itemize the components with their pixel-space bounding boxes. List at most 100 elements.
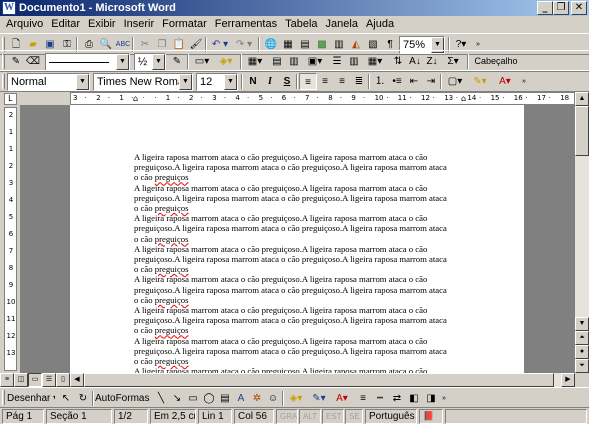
font-color-draw-icon[interactable]: A▾ bbox=[331, 390, 353, 407]
border-icon[interactable]: ▭▾ bbox=[190, 53, 214, 70]
status-trk[interactable]: ALT bbox=[299, 409, 321, 424]
align-center-icon[interactable]: ≡ bbox=[316, 73, 334, 90]
sort-asc-icon[interactable]: A↓ bbox=[406, 53, 424, 70]
italic-button[interactable]: I bbox=[261, 73, 279, 90]
chevron-down-icon[interactable]: ▼ bbox=[179, 74, 192, 90]
toolbar-options-icon[interactable]: » bbox=[519, 73, 529, 90]
sort-desc-icon[interactable]: Z↓ bbox=[423, 53, 441, 70]
chevron-down-icon[interactable]: ▼ bbox=[76, 74, 89, 90]
spelling-status-icon[interactable]: 📕 bbox=[419, 409, 443, 424]
line-color-icon[interactable]: ✎▾ bbox=[308, 390, 330, 407]
minimize-button[interactable]: _ bbox=[537, 1, 553, 15]
web-view-icon[interactable]: ◫ bbox=[14, 373, 28, 387]
menu-formatar[interactable]: Formatar bbox=[158, 16, 211, 33]
toolbar-grip[interactable] bbox=[2, 54, 5, 69]
print-view-icon[interactable]: ▭ bbox=[28, 373, 42, 387]
menu-ajuda[interactable]: Ajuda bbox=[362, 16, 398, 33]
style-combo[interactable]: Normal ▼ bbox=[7, 73, 90, 91]
vertical-scrollbar[interactable]: ▲ ▼ ⏶ ● ⏷ bbox=[575, 92, 589, 373]
highlight-icon[interactable]: ✎▾ bbox=[468, 73, 492, 90]
eraser-icon[interactable]: ⌫ bbox=[24, 53, 42, 70]
justify-icon[interactable]: ≣ bbox=[350, 73, 368, 90]
line-style-combo[interactable]: ▼ bbox=[45, 53, 130, 71]
browse-object-icon[interactable]: ● bbox=[575, 345, 589, 359]
tab-selector[interactable]: L bbox=[4, 93, 17, 105]
draw-menu[interactable]: Desenhar ▾ bbox=[7, 390, 55, 407]
underline-button[interactable]: S bbox=[278, 73, 296, 90]
menu-ferramentas[interactable]: Ferramentas bbox=[211, 16, 281, 33]
paragraph[interactable]: A ligeira raposa marrom ataca o cão preg… bbox=[134, 336, 464, 367]
menu-editar[interactable]: Editar bbox=[47, 16, 84, 33]
fill-color-icon[interactable]: ◈▾ bbox=[285, 390, 307, 407]
scroll-down-icon[interactable]: ▼ bbox=[575, 317, 589, 331]
title-bar[interactable]: W Documento1 - Microsoft Word _ ❐ ✕ bbox=[0, 0, 589, 16]
scroll-left-icon[interactable]: ◀ bbox=[70, 373, 84, 387]
distribute-columns-icon[interactable]: ▥ bbox=[345, 53, 363, 70]
toolbar-grip[interactable] bbox=[2, 74, 5, 89]
outside-border-icon[interactable]: ▢▾ bbox=[443, 73, 467, 90]
horizontal-ruler[interactable]: 3 · 2 · 1 · · · 1 · 2 · 3 · 4 · 5 · 6 · 7 · 8 · 9 · 10 · 11 · 12 · 13 · 14… bbox=[70, 92, 575, 105]
next-page-icon[interactable]: ⏷ bbox=[575, 359, 589, 373]
chevron-down-icon[interactable]: ▼ bbox=[116, 54, 129, 70]
menu-arquivo[interactable]: Arquivo bbox=[0, 16, 47, 33]
border-color-icon[interactable]: ✎ bbox=[168, 53, 186, 70]
draw-table-icon[interactable]: ✎ bbox=[7, 53, 25, 70]
horizontal-scrollbar[interactable]: ≡ ◫ ▭ ☰ ▯ ◀ ▶ bbox=[0, 373, 575, 387]
misspelled-word[interactable]: preguiços bbox=[155, 264, 189, 274]
chevron-down-icon[interactable]: ▼ bbox=[224, 74, 237, 90]
size-combo[interactable]: 12 ▼ bbox=[196, 73, 238, 91]
autoformat-icon[interactable]: ▦▾ bbox=[363, 53, 387, 70]
prev-page-icon[interactable]: ⏶ bbox=[575, 331, 589, 345]
chevron-down-icon[interactable]: ▼ bbox=[152, 54, 165, 70]
paragraph[interactable]: A ligeira raposa marrom ataca o cão preg… bbox=[134, 305, 464, 336]
align-right-icon[interactable]: ≡ bbox=[333, 73, 351, 90]
misspelled-word[interactable]: preguiços bbox=[155, 325, 189, 335]
menu-tabela[interactable]: Tabela bbox=[281, 16, 321, 33]
distribute-rows-icon[interactable]: ☰ bbox=[328, 53, 346, 70]
paragraph[interactable]: A ligeira raposa marrom ataca o cão preg… bbox=[134, 183, 464, 214]
misspelled-word[interactable]: preguiços bbox=[155, 356, 189, 366]
paragraph[interactable]: A ligeira raposa marrom ataca o cão preg… bbox=[134, 213, 464, 244]
align-icon[interactable]: ▣▾ bbox=[303, 53, 327, 70]
shadow-icon[interactable]: ◧ bbox=[405, 390, 423, 407]
paragraph[interactable]: A ligeira raposa marrom ataca o cão preg… bbox=[134, 274, 464, 305]
header-button[interactable]: Cabeçalho bbox=[471, 53, 521, 70]
toolbar-options-icon[interactable]: » bbox=[439, 390, 449, 407]
status-rec[interactable]: GRA bbox=[276, 409, 298, 424]
insert-table2-icon[interactable]: ▦▾ bbox=[243, 53, 267, 70]
misspelled-word[interactable]: preguiços bbox=[155, 295, 189, 305]
indent-left-icon[interactable]: ⌂ bbox=[133, 93, 138, 104]
outline-view-icon[interactable]: ☰ bbox=[42, 373, 56, 387]
autosum-icon[interactable]: Σ▾ bbox=[441, 53, 465, 70]
merge-cells-icon[interactable]: ▤ bbox=[268, 53, 286, 70]
word-icon[interactable]: W bbox=[2, 1, 16, 15]
misspelled-word[interactable]: preguiços bbox=[155, 203, 189, 213]
paragraph[interactable]: A ligeira raposa marrom ataca o cão preg… bbox=[134, 152, 464, 183]
bullets-icon[interactable]: •≡ bbox=[388, 73, 406, 90]
line-weight-combo[interactable]: ½ ▼ bbox=[134, 53, 166, 71]
rotate-icon[interactable]: ↻ bbox=[74, 390, 92, 407]
paragraph[interactable]: A ligeira raposa marrom ataca o cão preg… bbox=[134, 244, 464, 275]
status-ext[interactable]: EST bbox=[322, 409, 344, 424]
increase-indent-icon[interactable]: ⇥ bbox=[422, 73, 440, 90]
scroll-up-icon[interactable]: ▲ bbox=[575, 92, 589, 106]
normal-view-icon[interactable]: ≡ bbox=[0, 373, 14, 387]
align-left-icon[interactable]: ≡ bbox=[299, 73, 317, 90]
dash-style-icon[interactable]: ┅ bbox=[371, 390, 389, 407]
arrow-style-icon[interactable]: ⇄ bbox=[388, 390, 406, 407]
menu-janela[interactable]: Janela bbox=[322, 16, 362, 33]
split-cells-icon[interactable]: ▥ bbox=[285, 53, 303, 70]
bold-button[interactable]: N bbox=[244, 73, 262, 90]
select-objects-icon[interactable]: ↖ bbox=[57, 390, 75, 407]
reading-view-icon[interactable]: ▯ bbox=[56, 373, 70, 387]
shading-color-icon[interactable]: ◈▾ bbox=[214, 53, 238, 70]
close-button[interactable]: ✕ bbox=[571, 1, 587, 15]
font-color-icon[interactable]: A▾ bbox=[493, 73, 517, 90]
line-style-icon[interactable]: ≡ bbox=[354, 390, 372, 407]
autoshapes-menu[interactable]: AutoFormas ▾ bbox=[95, 390, 151, 407]
status-language[interactable]: Português ( bbox=[365, 409, 417, 424]
text-direction-icon[interactable]: ⇅ bbox=[389, 53, 407, 70]
vertical-ruler[interactable]: 2 1 1 2 3 4 5 6 7 8 9 10 11 12 13 bbox=[4, 107, 17, 371]
status-ovr[interactable]: SE bbox=[345, 409, 363, 424]
hscroll-thumb[interactable] bbox=[84, 373, 554, 387]
